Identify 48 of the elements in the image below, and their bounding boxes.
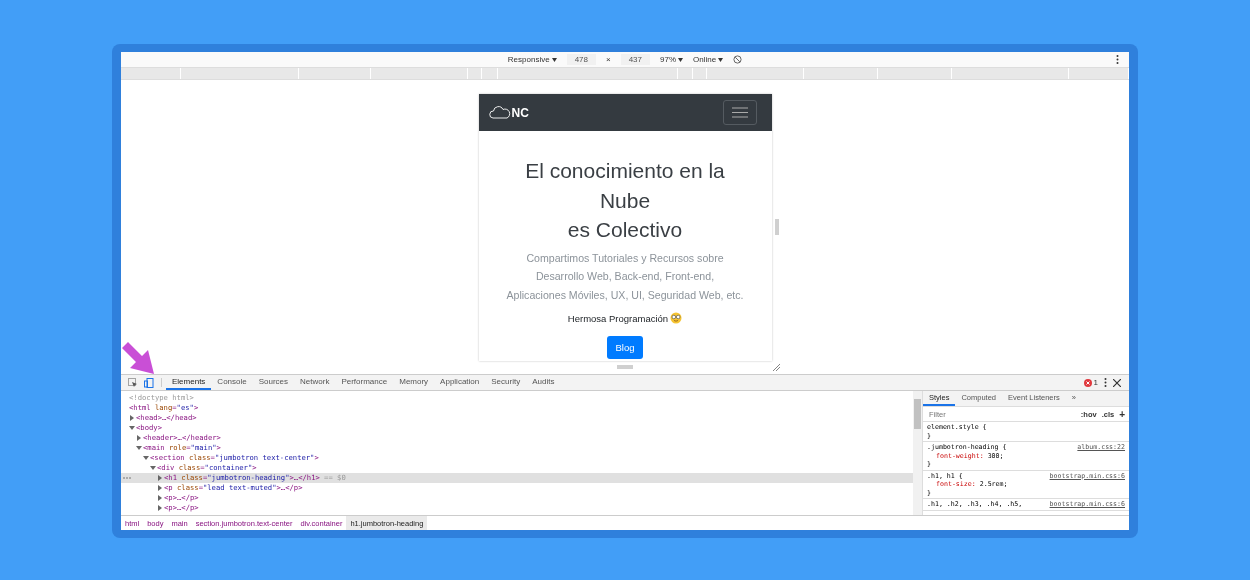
height-field[interactable]: 437 <box>620 54 651 65</box>
expand-triangle-icon[interactable] <box>136 435 142 441</box>
resize-handle-icon[interactable] <box>617 365 633 369</box>
width-field[interactable]: 478 <box>566 54 596 65</box>
expand-triangle-icon[interactable] <box>157 505 163 511</box>
devtools-tab[interactable]: Network <box>294 375 336 390</box>
lead-paragraph: Compartimos Tutoriales y Recursos sobre Desarrollo Web, Back-end, Front-end, Aplicaciones Móviles, UX, UI, Seguridad Web, etc. <box>506 250 744 303</box>
caret-icon <box>678 57 684 62</box>
zoom-dropdown[interactable]: 97% <box>660 55 684 64</box>
more-icon[interactable] <box>1104 378 1107 387</box>
blog-button[interactable]: Blog <box>607 336 643 359</box>
caret-icon <box>718 57 724 62</box>
page-heading: El conocimiento en la Nube es Colectivo <box>525 158 725 243</box>
close-icon[interactable] <box>1113 378 1121 387</box>
caret-icon <box>551 57 557 62</box>
device-dropdown[interactable]: Responsive <box>507 55 557 64</box>
expand-triangle-icon[interactable] <box>129 415 135 421</box>
add-rule-button[interactable]: + <box>1119 408 1125 420</box>
expand-triangle-icon[interactable] <box>150 465 156 471</box>
menu-button[interactable] <box>722 100 757 125</box>
devtools-tab[interactable]: Memory <box>393 375 435 390</box>
arrow-annotation <box>120 340 156 376</box>
devtools-tab[interactable]: Application <box>434 375 486 390</box>
expand-triangle-icon[interactable] <box>157 475 163 481</box>
expand-triangle-icon[interactable] <box>157 485 163 491</box>
network-dropdown[interactable]: Online <box>693 55 724 64</box>
resize-corner-icon[interactable] <box>773 364 780 371</box>
devtools-tab[interactable]: Sources <box>252 375 295 390</box>
expand-triangle-icon[interactable] <box>136 445 142 451</box>
rotate-icon[interactable] <box>733 55 743 64</box>
resize-handle-icon[interactable] <box>775 219 779 235</box>
device-toolbar-icon[interactable] <box>141 375 157 390</box>
times-sign: × <box>606 55 611 64</box>
expand-triangle-icon[interactable] <box>143 455 149 461</box>
devtools-tab[interactable]: Console <box>211 375 253 390</box>
brand-name[interactable]: NC <box>511 105 529 120</box>
more-icon[interactable] <box>1116 55 1119 64</box>
devtools-tab[interactable]: Security <box>485 375 527 390</box>
expand-triangle-icon[interactable] <box>157 495 163 501</box>
devtools-tab[interactable]: Performance <box>335 375 394 390</box>
signature-text: Hermosa Programación <box>567 312 669 324</box>
cloud-icon <box>488 106 511 119</box>
scrollbar[interactable] <box>913 391 923 515</box>
glasses-emoji-icon <box>670 312 683 324</box>
menu-icon <box>731 107 748 118</box>
devtools-tab[interactable]: Elements <box>166 375 212 390</box>
expand-triangle-icon[interactable] <box>129 425 135 431</box>
devtools-tab[interactable]: Audits <box>526 375 561 390</box>
